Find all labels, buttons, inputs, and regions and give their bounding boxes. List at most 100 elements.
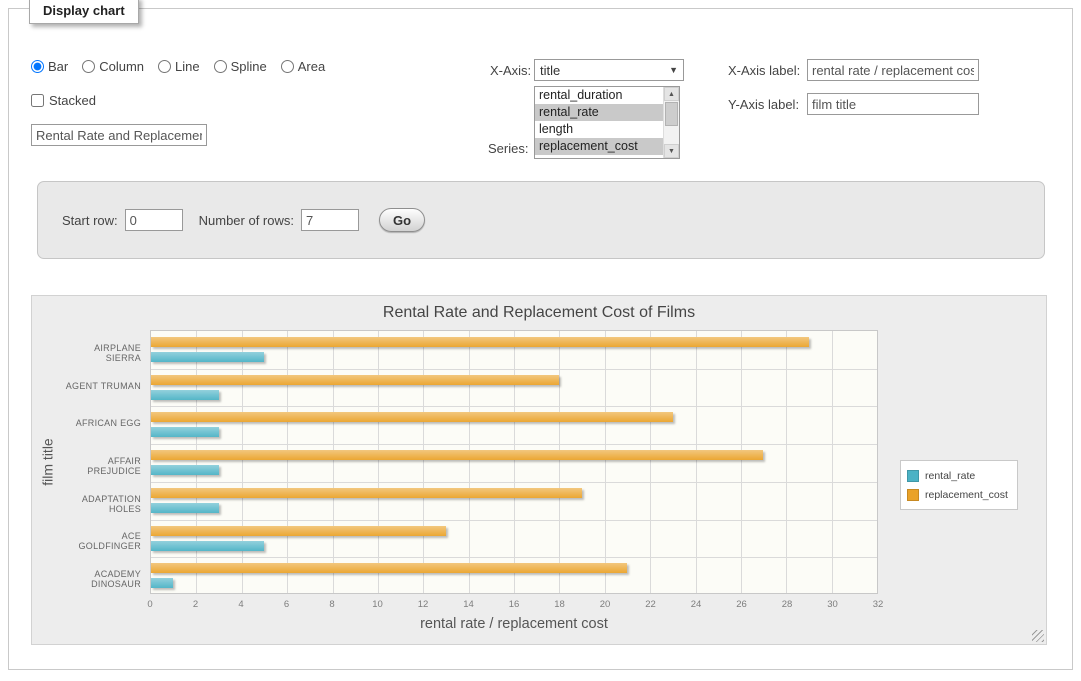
gridline-vertical: [242, 331, 243, 593]
gridline-vertical: [469, 331, 470, 593]
legend-label: replacement_cost: [925, 489, 1008, 501]
chart-legend: rental_rate replacement_cost: [900, 460, 1018, 510]
stacked-label: Stacked: [49, 93, 96, 108]
bar-replacement_cost: [151, 563, 627, 573]
series-option-replacement_cost[interactable]: replacement_cost: [535, 138, 663, 155]
chart-type-radio-bar[interactable]: [31, 60, 44, 73]
category-axis: AIRPLANE SIERRAAGENT TRUMANAFRICAN EGGAF…: [60, 330, 146, 594]
x-tick-label: 12: [418, 599, 429, 610]
chart-area: Rental Rate and Replacement Cost of Film…: [31, 295, 1047, 645]
x-axis-select[interactable]: title ▼: [534, 59, 684, 81]
series-listbox-label: Series:: [488, 141, 528, 156]
series-option-length[interactable]: length: [535, 121, 663, 138]
x-tick-label: 28: [782, 599, 793, 610]
x-tick-label: 22: [645, 599, 656, 610]
bar-rental_rate: [151, 578, 173, 588]
chart-title-input[interactable]: [31, 124, 207, 146]
num-rows-label: Number of rows:: [199, 213, 294, 228]
chart-type-label: Spline: [231, 59, 267, 74]
y-axis-label-input[interactable]: [807, 93, 979, 115]
scrollbar-track[interactable]: [664, 101, 679, 144]
chart-title: Rental Rate and Replacement Cost of Film…: [32, 304, 1046, 322]
gridline-vertical: [423, 331, 424, 593]
chart-type-radio-column[interactable]: [82, 60, 95, 73]
stacked-checkbox[interactable]: [31, 94, 44, 107]
chart-type-spline[interactable]: Spline: [214, 59, 267, 74]
chart-type-label: Line: [175, 59, 200, 74]
chart-type-radio-group: Bar Column Line Spline Area: [31, 59, 325, 74]
gridline-horizontal: [151, 444, 877, 445]
stacked-checkbox-row[interactable]: Stacked: [31, 93, 96, 108]
x-tick-label: 18: [554, 599, 565, 610]
category-label: ACADEMY DINOSAUR: [60, 569, 141, 589]
category-label: AIRPLANE SIERRA: [60, 343, 141, 363]
x-tick-label: 8: [329, 599, 334, 610]
gridline-vertical: [605, 331, 606, 593]
chart-type-area[interactable]: Area: [281, 59, 325, 74]
legend-label: rental_rate: [925, 470, 975, 482]
legend-swatch: [907, 470, 919, 482]
category-label: AFFAIR PREJUDICE: [60, 456, 141, 476]
listbox-scrollbar[interactable]: ▲ ▼: [663, 87, 679, 158]
go-button[interactable]: Go: [379, 208, 425, 232]
gridline-vertical: [832, 331, 833, 593]
chart-type-column[interactable]: Column: [82, 59, 144, 74]
display-chart-panel: Display chart BarColumnLineSplineArea St…: [8, 8, 1073, 670]
x-tick-label: 10: [372, 599, 383, 610]
x-tick-label: 14: [463, 599, 474, 610]
num-rows-input[interactable]: [301, 209, 359, 231]
start-row-label: Start row:: [62, 213, 118, 228]
gridline-vertical: [514, 331, 515, 593]
x-tick-label: 16: [509, 599, 520, 610]
bar-rental_rate: [151, 352, 264, 362]
gridline-vertical: [786, 331, 787, 593]
legend-swatch: [907, 489, 919, 501]
scroll-up-icon[interactable]: ▲: [664, 87, 679, 101]
y-axis-label-label: Y-Axis label:: [728, 97, 799, 112]
series-option-rental_rate[interactable]: rental_rate: [535, 104, 663, 121]
category-label: ACE GOLDFINGER: [60, 531, 141, 551]
category-label: AFRICAN EGG: [60, 418, 141, 428]
x-axis-label-input[interactable]: [807, 59, 979, 81]
x-axis-label-label: X-Axis label:: [728, 63, 800, 78]
chart-controls: BarColumnLineSplineArea Stacked X-Axis: …: [9, 9, 1072, 184]
x-tick-label: 26: [736, 599, 747, 610]
y-axis-label-text: film title: [40, 438, 56, 485]
chart-type-line[interactable]: Line: [158, 59, 200, 74]
scrollbar-thumb[interactable]: [665, 102, 678, 126]
plot-area: [150, 330, 878, 594]
gridline-vertical: [196, 331, 197, 593]
series-options: rental_durationrental_ratelengthreplacem…: [535, 87, 663, 158]
x-tick-label: 32: [873, 599, 884, 610]
x-tick-label: 30: [827, 599, 838, 610]
bar-replacement_cost: [151, 375, 559, 385]
chart-type-radio-spline[interactable]: [214, 60, 227, 73]
bar-replacement_cost: [151, 412, 673, 422]
bar-replacement_cost: [151, 450, 763, 460]
x-tick-label: 4: [238, 599, 243, 610]
start-row-input[interactable]: [125, 209, 183, 231]
gridline-horizontal: [151, 557, 877, 558]
x-axis-ticks: 02468101214161820222426283032: [150, 599, 878, 611]
row-range-panel: Start row: Number of rows: Go: [37, 181, 1045, 259]
gridline-vertical: [333, 331, 334, 593]
gridline-vertical: [741, 331, 742, 593]
gridline-horizontal: [151, 482, 877, 483]
x-tick-label: 24: [691, 599, 702, 610]
legend-item-replacement_cost: replacement_cost: [907, 485, 1008, 504]
bar-replacement_cost: [151, 337, 809, 347]
chart-type-bar[interactable]: Bar: [31, 59, 68, 74]
chart-type-label: Column: [99, 59, 144, 74]
chart-type-radio-line[interactable]: [158, 60, 171, 73]
chart-type-label: Bar: [48, 59, 68, 74]
bar-rental_rate: [151, 541, 264, 551]
bar-replacement_cost: [151, 488, 582, 498]
x-tick-label: 20: [600, 599, 611, 610]
resize-handle[interactable]: [1032, 630, 1044, 642]
scroll-down-icon[interactable]: ▼: [664, 144, 679, 158]
chart-type-radio-area[interactable]: [281, 60, 294, 73]
series-option-rental_duration[interactable]: rental_duration: [535, 87, 663, 104]
bar-rental_rate: [151, 465, 219, 475]
gridline-vertical: [650, 331, 651, 593]
series-listbox[interactable]: rental_durationrental_ratelengthreplacem…: [534, 86, 680, 159]
